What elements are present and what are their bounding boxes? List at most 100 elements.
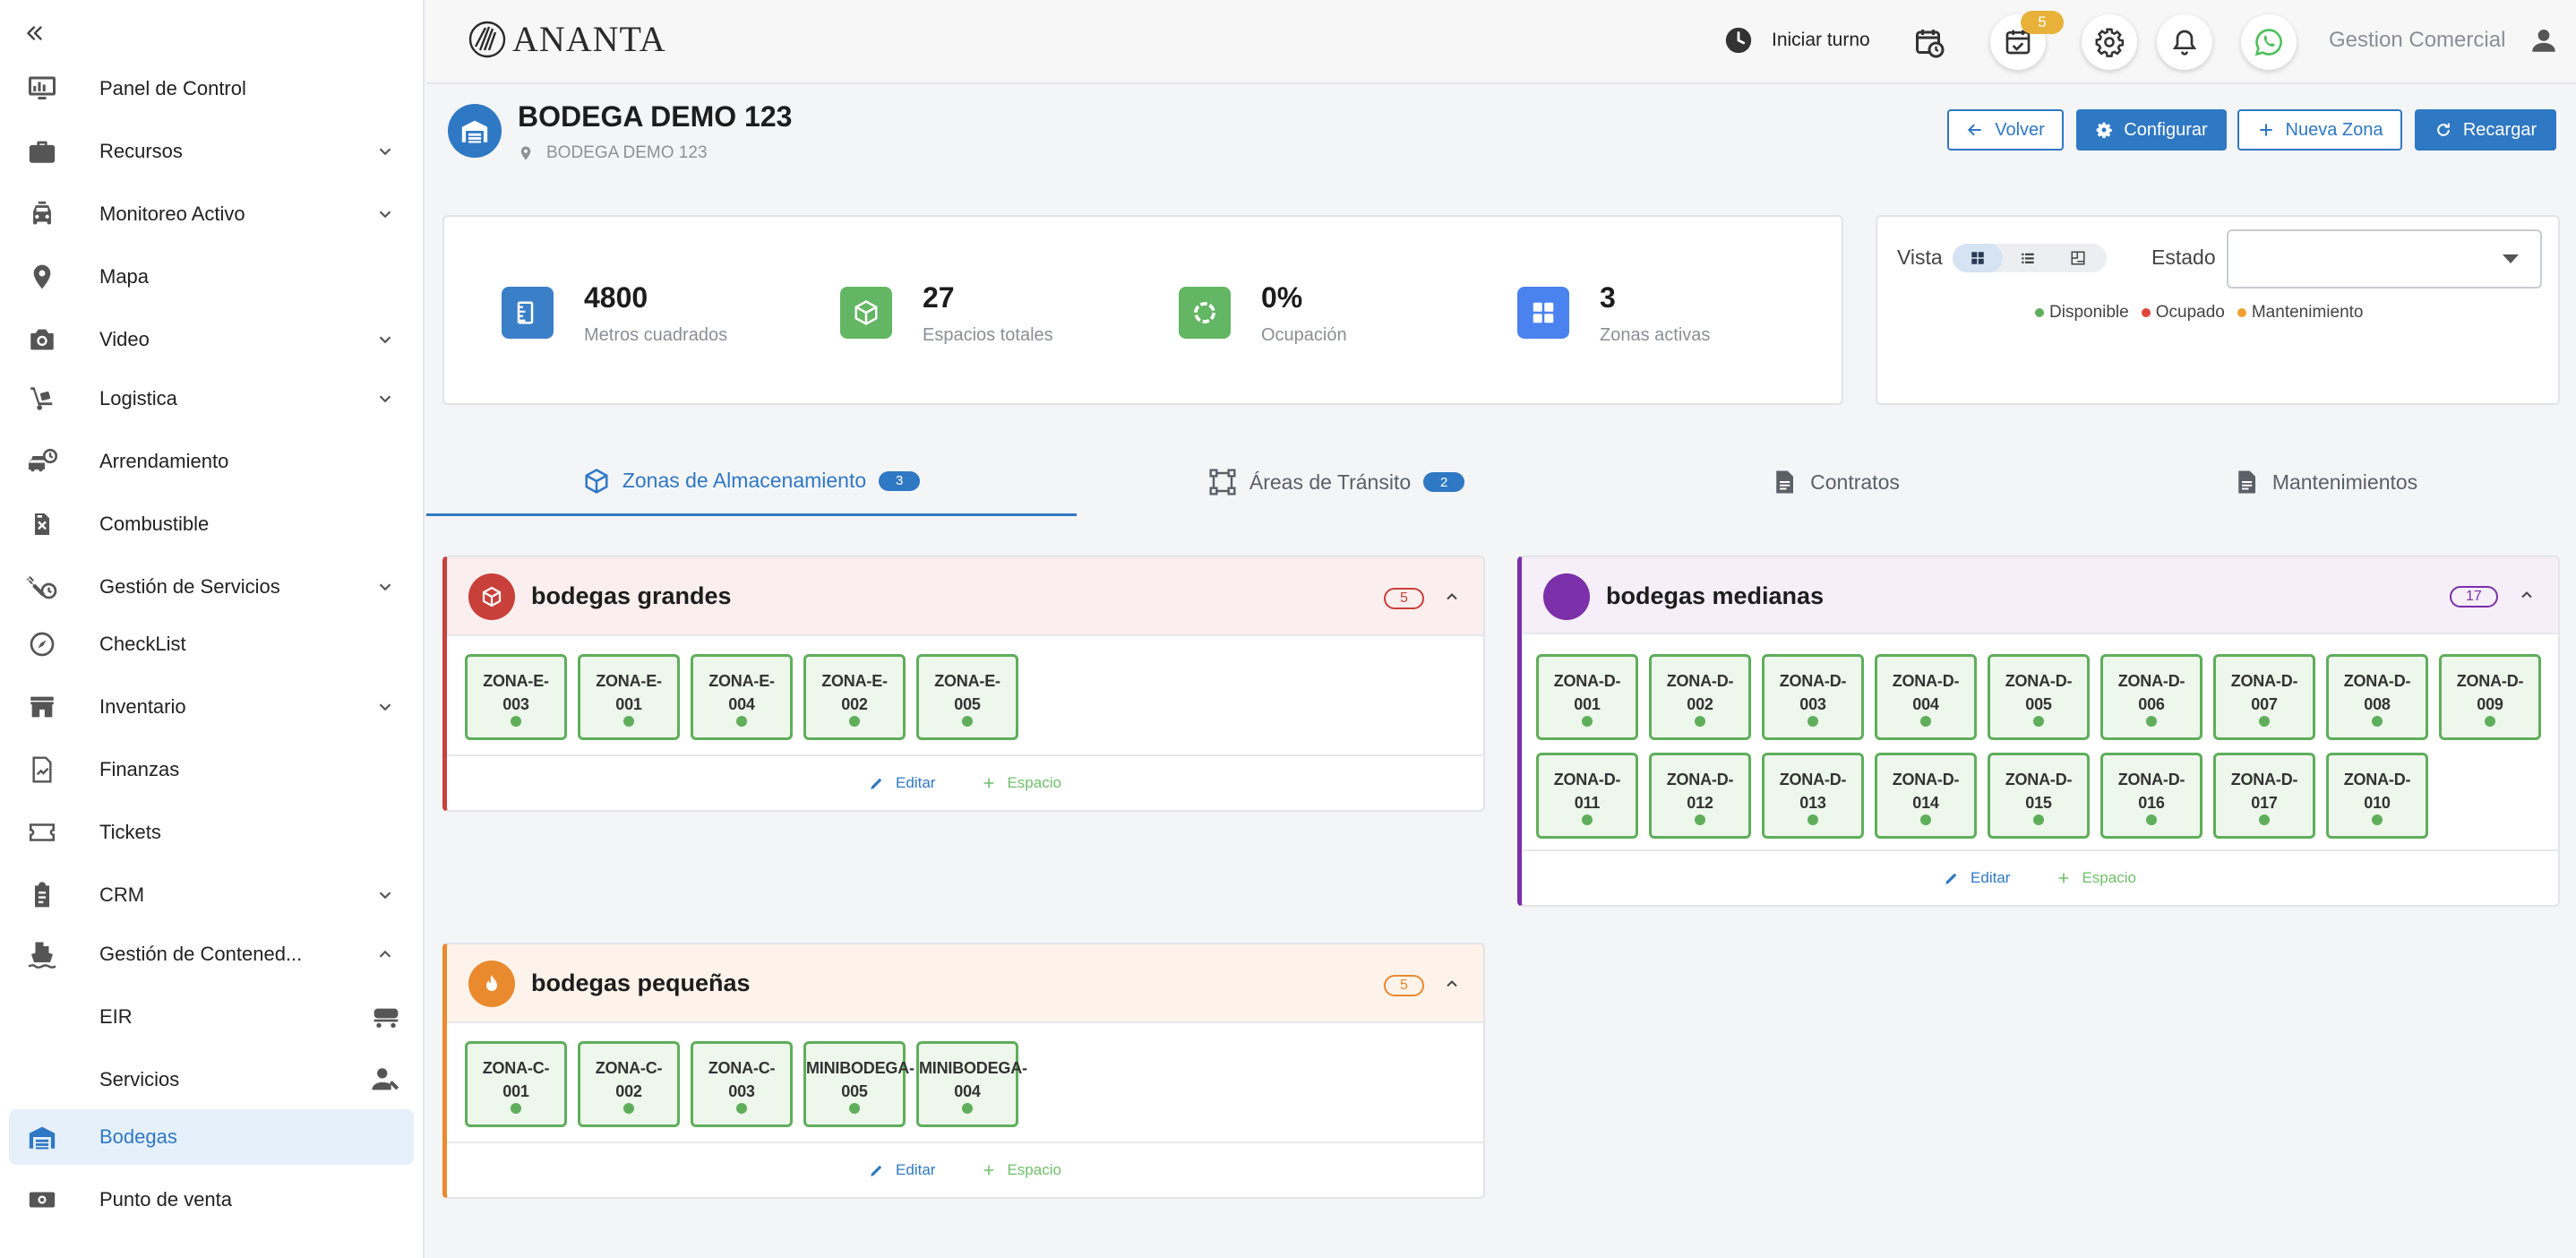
- space-tile[interactable]: ZONA-E- 005: [916, 654, 1018, 740]
- sidebar-item-gestion-de-contenedores[interactable]: Gestión de Contened...: [9, 926, 414, 982]
- space-tile[interactable]: ZONA-E- 002: [803, 654, 906, 740]
- space-tile[interactable]: ZONA-D- 007: [2213, 654, 2315, 740]
- status-dot-icon: [849, 716, 860, 727]
- sidebar-item-punto-de-venta[interactable]: Punto de venta: [9, 1172, 414, 1228]
- collapse-zone-button[interactable]: [1439, 971, 1464, 996]
- settings-button[interactable]: [2082, 14, 2137, 70]
- space-tile[interactable]: ZONA-E- 001: [578, 654, 680, 740]
- space-tile[interactable]: ZONA-D- 003: [1762, 654, 1864, 740]
- space-tile[interactable]: ZONA-D- 015: [1988, 753, 2090, 839]
- space-tile[interactable]: ZONA-D- 004: [1875, 654, 1977, 740]
- view-grid-button[interactable]: [1953, 244, 2003, 272]
- status-filter-select[interactable]: [2227, 229, 2542, 289]
- space-code: ZONA-D- 006: [2117, 672, 2185, 713]
- status-dot-icon: [1807, 716, 1818, 727]
- sidebar-item-finanzas[interactable]: Finanzas: [9, 742, 414, 797]
- space-tile[interactable]: ZONA-D- 009: [2439, 654, 2541, 740]
- calendar-clock-button[interactable]: [1911, 25, 1947, 61]
- collapse-zone-button[interactable]: [2514, 582, 2539, 607]
- legend-label: Mantenimiento: [2251, 303, 2364, 322]
- sidebar-item-mapa[interactable]: Mapa: [9, 249, 414, 305]
- space-tile[interactable]: ZONA-D- 012: [1649, 753, 1751, 839]
- sidebar-item-monitoreo-activo[interactable]: Monitoreo Activo: [9, 186, 414, 242]
- sidebar-item-panel-de-control[interactable]: Panel de Control: [9, 61, 414, 116]
- sidebar-item-arrendamiento[interactable]: Arrendamiento: [9, 434, 414, 489]
- sidebar-item-logistica[interactable]: Logistica: [9, 371, 414, 427]
- space-tile[interactable]: ZONA-C- 002: [578, 1041, 680, 1127]
- space-tile[interactable]: ZONA-D- 002: [1649, 654, 1751, 740]
- sidebar-item-servicios[interactable]: Servicios: [9, 1052, 414, 1107]
- whatsapp-button[interactable]: [2241, 14, 2297, 70]
- space-tile[interactable]: ZONA-D- 008: [2326, 654, 2428, 740]
- space-tile[interactable]: ZONA-D- 014: [1875, 753, 1977, 839]
- space-tile[interactable]: ZONA-D- 006: [2100, 654, 2202, 740]
- configure-button[interactable]: Configurar: [2076, 109, 2227, 151]
- space-tile[interactable]: ZONA-D- 005: [1988, 654, 2090, 740]
- sidebar-item-label: Tickets: [99, 821, 161, 843]
- sidebar-item-inventario[interactable]: Inventario: [9, 679, 414, 735]
- tab-count-badge: 2: [1423, 472, 1465, 492]
- edit-zone-button[interactable]: Editar: [869, 1161, 935, 1179]
- sidebar-item-bodegas[interactable]: Bodegas: [9, 1109, 414, 1165]
- finance-document-icon: [21, 749, 63, 790]
- new-zone-button[interactable]: Nueva Zona: [2237, 109, 2402, 151]
- clock-icon: [1725, 27, 1752, 54]
- sidebar-item-crm[interactable]: CRM: [9, 867, 414, 923]
- start-shift-button[interactable]: Iniciar turno: [1723, 25, 1870, 56]
- notifications-button[interactable]: [2157, 14, 2212, 70]
- car-clock-icon: [21, 441, 63, 482]
- zone-spaces: ZONA-C- 001 ZONA-C- 002 ZONA-C- 003 MINI…: [465, 1041, 1027, 1127]
- space-tile[interactable]: ZONA-D- 001: [1536, 654, 1638, 740]
- space-tile[interactable]: ZONA-D- 016: [2100, 753, 2202, 839]
- space-tile[interactable]: MINIBODEGA- 005: [803, 1041, 914, 1127]
- sidebar-item-checklist[interactable]: CheckList: [9, 616, 414, 672]
- sidebar-item-eir[interactable]: EIR: [9, 989, 414, 1045]
- sidebar-item-tickets[interactable]: Tickets: [9, 805, 414, 860]
- sidebar-item-label: Monitoreo Activo: [99, 202, 245, 225]
- sidebar-item-gestion-de-servicios[interactable]: Gestión de Servicios: [9, 559, 414, 615]
- space-tile[interactable]: MINIBODEGA- 004: [916, 1041, 1027, 1127]
- edit-zone-button[interactable]: Editar: [869, 774, 935, 792]
- pencil-icon: [1945, 873, 1957, 884]
- add-space-button[interactable]: Espacio: [2057, 869, 2136, 887]
- document-icon: [1776, 470, 1794, 494]
- space-tile[interactable]: ZONA-D- 017: [2213, 753, 2315, 839]
- add-space-button[interactable]: Espacio: [982, 1161, 1061, 1179]
- space-tile[interactable]: ZONA-E- 003: [465, 654, 567, 740]
- space-code: ZONA-D- 015: [2005, 771, 2073, 812]
- view-list-button[interactable]: [2003, 244, 2053, 272]
- collapse-sidebar-button[interactable]: [20, 18, 50, 48]
- tab-maintenance[interactable]: Mantenimientos: [2074, 448, 2576, 516]
- sidebar-item-combustible[interactable]: Combustible: [9, 496, 414, 552]
- space-tile[interactable]: ZONA-C- 003: [691, 1041, 793, 1127]
- tab-storage-zones[interactable]: Zonas de Almacenamiento 3: [426, 448, 1077, 516]
- space-tile[interactable]: ZONA-D- 013: [1762, 753, 1864, 839]
- reload-button[interactable]: Recargar: [2415, 109, 2556, 151]
- space-tile[interactable]: ZONA-E- 004: [691, 654, 793, 740]
- view-map-button[interactable]: [2053, 244, 2103, 272]
- zone-footer: Editar Espacio: [447, 1142, 1483, 1197]
- add-space-button[interactable]: Espacio: [982, 774, 1061, 792]
- sidebar: Panel de Control Recursos Monitoreo Acti…: [0, 0, 425, 1258]
- status-dot-icon: [2146, 716, 2157, 727]
- user-menu[interactable]: Gestion Comercial: [2329, 25, 2559, 56]
- sidebar-item-label: CheckList: [99, 633, 186, 655]
- status-dot-icon: [2259, 814, 2270, 825]
- tanker-truck-icon: [371, 1002, 401, 1032]
- collapse-zone-button[interactable]: [1439, 584, 1464, 609]
- logo[interactable]: ANANTA: [468, 18, 666, 60]
- sidebar-item-video[interactable]: Video: [9, 312, 414, 367]
- space-code: MINIBODEGA- 005: [806, 1059, 914, 1100]
- sidebar-item-label: Inventario: [99, 695, 186, 718]
- tab-transit-areas[interactable]: Áreas de Tránsito 2: [1077, 448, 1596, 516]
- space-code: ZONA-D- 016: [2117, 771, 2185, 812]
- sidebar-item-recursos[interactable]: Recursos: [9, 124, 414, 179]
- tab-contracts[interactable]: Contratos: [1596, 448, 2074, 516]
- space-tile[interactable]: ZONA-C- 001: [465, 1041, 567, 1127]
- space-tile[interactable]: ZONA-D- 010: [2326, 753, 2428, 839]
- edit-zone-button[interactable]: Editar: [1944, 869, 2010, 887]
- status-dot-icon: [1582, 814, 1593, 825]
- space-tile[interactable]: ZONA-D- 011: [1536, 753, 1638, 839]
- tab-label: Zonas de Almacenamiento: [622, 469, 867, 492]
- back-button[interactable]: Volver: [1947, 109, 2064, 151]
